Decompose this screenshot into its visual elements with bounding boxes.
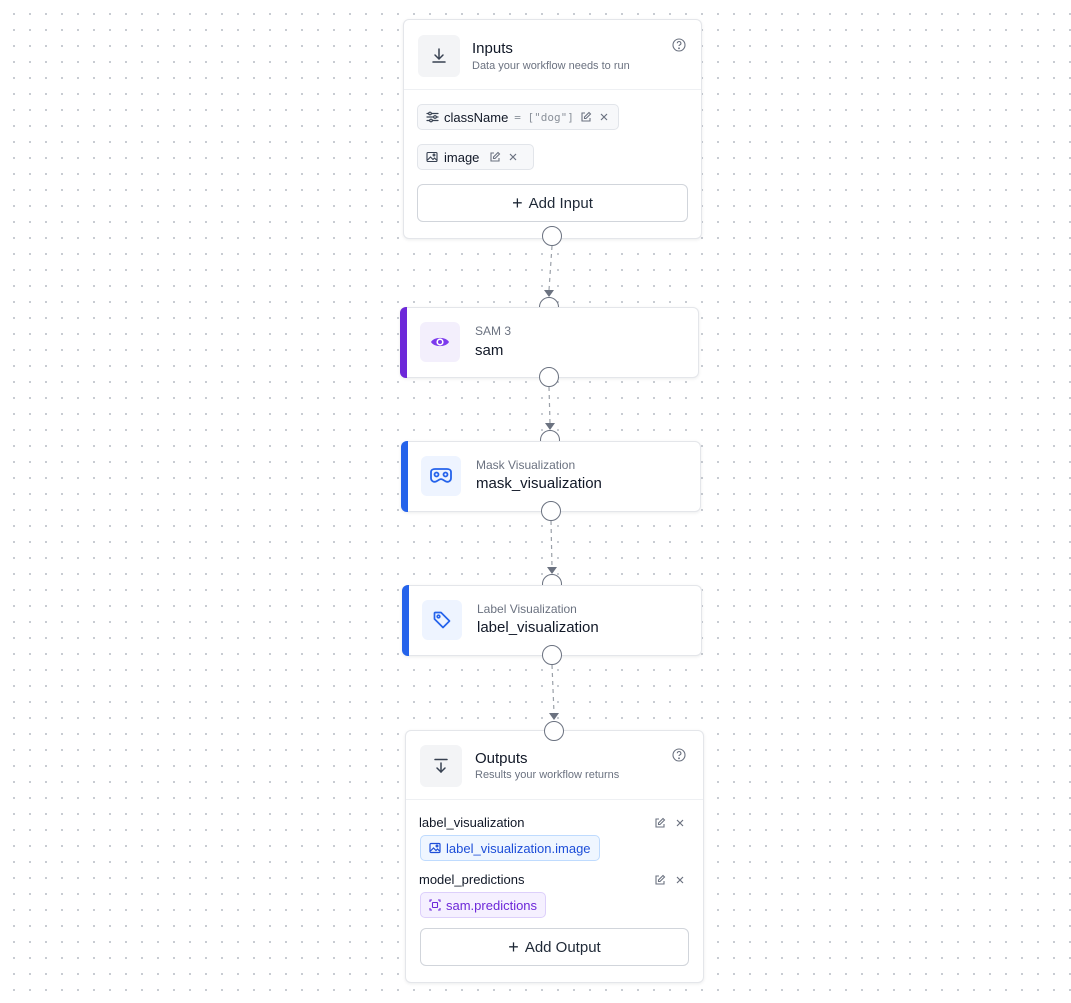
output-value-tag[interactable]: sam.predictions (420, 892, 547, 918)
help-icon[interactable] (672, 748, 686, 762)
close-icon[interactable] (598, 111, 610, 123)
outputs-input-handle[interactable] (544, 721, 564, 741)
add-input-button[interactable]: + Add Input (417, 184, 688, 222)
node-accent (400, 307, 407, 378)
output-label: label_visualization (419, 815, 525, 830)
node-name: sam (475, 342, 504, 359)
input-default: = ["dog"] (514, 110, 574, 124)
output-value-tag[interactable]: label_visualization.image (420, 835, 600, 861)
inputs-title: Inputs (472, 40, 513, 57)
divider (404, 89, 701, 90)
edge-arrow (549, 713, 559, 720)
sliders-icon (426, 111, 439, 123)
edit-icon[interactable] (580, 111, 592, 123)
add-output-button[interactable]: + Add Output (420, 928, 689, 966)
edge-arrow (544, 290, 554, 297)
output-actions (654, 816, 686, 828)
close-icon[interactable] (674, 816, 686, 828)
node-name: mask_visualization (476, 475, 602, 492)
eye-icon (420, 322, 460, 362)
edit-icon[interactable] (654, 816, 666, 828)
input-chip-classname[interactable]: className = ["dog"] (417, 104, 619, 130)
outputs-title: Outputs (475, 750, 528, 767)
input-name: image (444, 149, 480, 165)
download-icon (420, 745, 462, 787)
plus-icon: + (512, 193, 523, 213)
output-label: model_predictions (419, 872, 525, 887)
close-icon[interactable] (674, 873, 686, 885)
add-output-label: Add Output (524, 938, 601, 956)
help-icon[interactable] (672, 38, 686, 52)
inputs-card: Inputs Data your workflow needs to run c… (403, 19, 702, 239)
output-value: label_visualization.image (446, 840, 591, 856)
inputs-output-handle[interactable] (542, 226, 562, 246)
divider (406, 799, 703, 800)
download-icon (418, 35, 460, 77)
add-input-label: Add Input (528, 194, 593, 212)
edge-mask-label (550, 520, 553, 568)
input-chip-image[interactable]: image (417, 144, 534, 170)
inputs-subtitle: Data your workflow needs to run (472, 60, 630, 72)
close-icon[interactable] (507, 151, 519, 163)
output-actions (654, 873, 686, 885)
mask-output-handle[interactable] (541, 501, 561, 521)
tag-icon (422, 600, 462, 640)
image-icon (429, 842, 441, 854)
label-output-handle[interactable] (542, 645, 562, 665)
edit-icon[interactable] (654, 873, 666, 885)
edge-arrow (547, 567, 557, 574)
edge-label-outputs (551, 664, 555, 714)
node-type: SAM 3 (475, 324, 512, 338)
node-name: label_visualization (477, 619, 599, 636)
edit-icon[interactable] (489, 151, 501, 163)
node-accent (401, 441, 408, 512)
output-value: sam.predictions (446, 897, 538, 913)
predictions-icon (429, 899, 441, 911)
node-type: Label Visualization (477, 602, 577, 616)
outputs-card: Outputs Results your workflow returns la… (405, 730, 704, 983)
node-accent (402, 585, 409, 656)
image-icon (426, 151, 438, 163)
outputs-subtitle: Results your workflow returns (475, 769, 620, 781)
edge-arrow (545, 423, 555, 430)
plus-icon: + (508, 937, 519, 957)
edge-inputs-sam (548, 245, 553, 291)
node-type: Mask Visualization (476, 458, 576, 472)
input-name: className (444, 109, 509, 125)
sam-output-handle[interactable] (539, 367, 559, 387)
edge-sam-mask (548, 386, 551, 424)
mask-icon (421, 456, 461, 496)
